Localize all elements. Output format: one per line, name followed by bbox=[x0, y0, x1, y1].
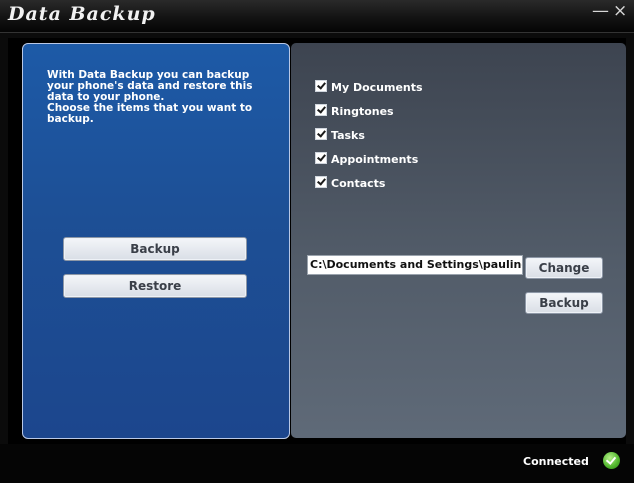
intro-text: With Data Backup you can backup your pho… bbox=[47, 69, 253, 125]
minimize-button[interactable]: — bbox=[592, 2, 609, 20]
my-documents-checkbox[interactable] bbox=[315, 80, 327, 92]
right-panel: My Documents Ringtones Tasks Appointment… bbox=[291, 43, 626, 438]
appointments-checkbox[interactable] bbox=[315, 152, 327, 164]
check-circle-icon bbox=[603, 452, 620, 469]
restore-button[interactable]: Restore bbox=[63, 274, 247, 298]
tasks-label: Tasks bbox=[331, 129, 365, 142]
contacts-label: Contacts bbox=[331, 177, 386, 190]
backup-path-field[interactable]: C:\Documents and Settings\pauline.tsai\ bbox=[307, 255, 523, 275]
my-documents-label: My Documents bbox=[331, 81, 423, 94]
option-contacts[interactable]: Contacts bbox=[315, 176, 385, 190]
connection-status: Connected bbox=[523, 455, 589, 468]
tasks-checkbox[interactable] bbox=[315, 128, 327, 140]
option-appointments[interactable]: Appointments bbox=[315, 152, 418, 166]
option-tasks[interactable]: Tasks bbox=[315, 128, 365, 142]
left-panel: With Data Backup you can backup your pho… bbox=[22, 43, 290, 439]
close-button[interactable]: × bbox=[613, 2, 627, 20]
change-button[interactable]: Change bbox=[525, 257, 603, 279]
ringtones-checkbox[interactable] bbox=[315, 104, 327, 116]
app-window: Data Backup — × With Data Backup you can… bbox=[0, 0, 634, 483]
window-title: Data Backup bbox=[8, 3, 156, 25]
title-bar: Data Backup — × bbox=[0, 0, 634, 33]
contacts-checkbox[interactable] bbox=[315, 176, 327, 188]
ringtones-label: Ringtones bbox=[331, 105, 394, 118]
backup-now-button[interactable]: Backup bbox=[525, 292, 603, 314]
backup-button[interactable]: Backup bbox=[63, 237, 247, 261]
appointments-label: Appointments bbox=[331, 153, 419, 166]
option-ringtones[interactable]: Ringtones bbox=[315, 104, 394, 118]
option-my-documents[interactable]: My Documents bbox=[315, 80, 423, 94]
